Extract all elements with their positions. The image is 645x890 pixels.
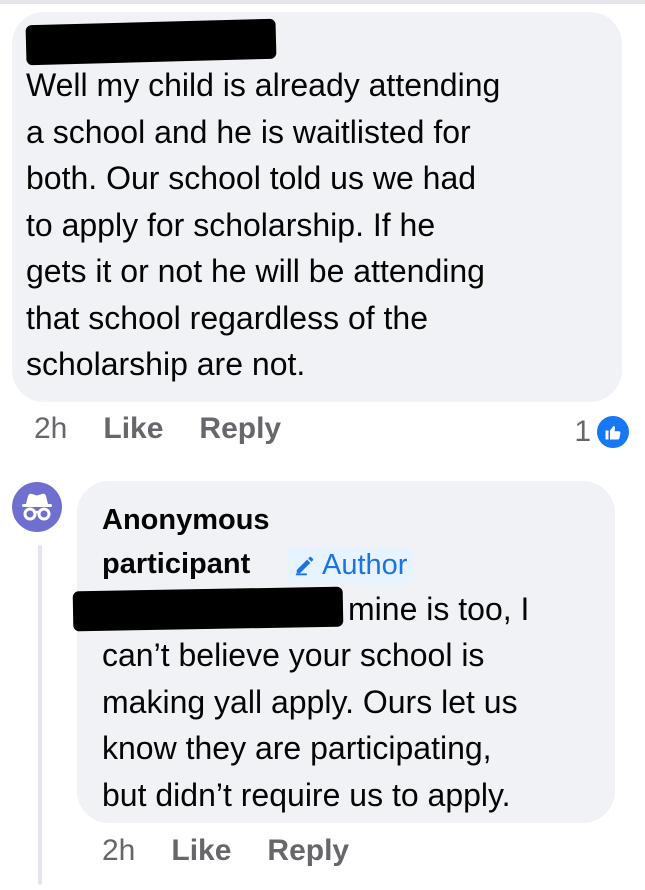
author-badge: Author — [288, 547, 414, 583]
thread-line — [38, 545, 42, 885]
like-button[interactable]: Like — [103, 412, 163, 446]
author-name[interactable]: Anonymous participant — [102, 498, 270, 586]
redacted-mention — [72, 586, 344, 632]
author-name-line1: Anonymous — [102, 504, 270, 536]
comment-actions: 2h Like Reply — [34, 412, 281, 446]
author-name-line2: participant — [102, 548, 251, 580]
pencil-icon — [294, 554, 316, 576]
reply-button[interactable]: Reply — [199, 412, 281, 446]
reply-time[interactable]: 2h — [102, 834, 135, 868]
thumbs-up-icon — [595, 414, 631, 450]
reply-actions: 2h Like Reply — [102, 834, 349, 868]
reaction-summary[interactable]: 1 — [574, 414, 631, 450]
reaction-count: 1 — [574, 415, 591, 448]
reply-text-first-line: mine is too, I — [348, 591, 530, 627]
comment-text: Well my child is already attending a sch… — [26, 67, 501, 382]
reply-like-button[interactable]: Like — [171, 834, 231, 868]
redacted-name — [25, 18, 277, 66]
incognito-icon[interactable] — [12, 482, 62, 532]
comment-thread: Well my child is already attending a sch… — [0, 0, 645, 890]
reply-text: can’t believe your school is making yall… — [102, 637, 518, 813]
comment-time[interactable]: 2h — [34, 412, 67, 446]
divider — [0, 0, 645, 4]
reply-reply-button[interactable]: Reply — [267, 834, 349, 868]
author-badge-label: Author — [322, 548, 408, 581]
